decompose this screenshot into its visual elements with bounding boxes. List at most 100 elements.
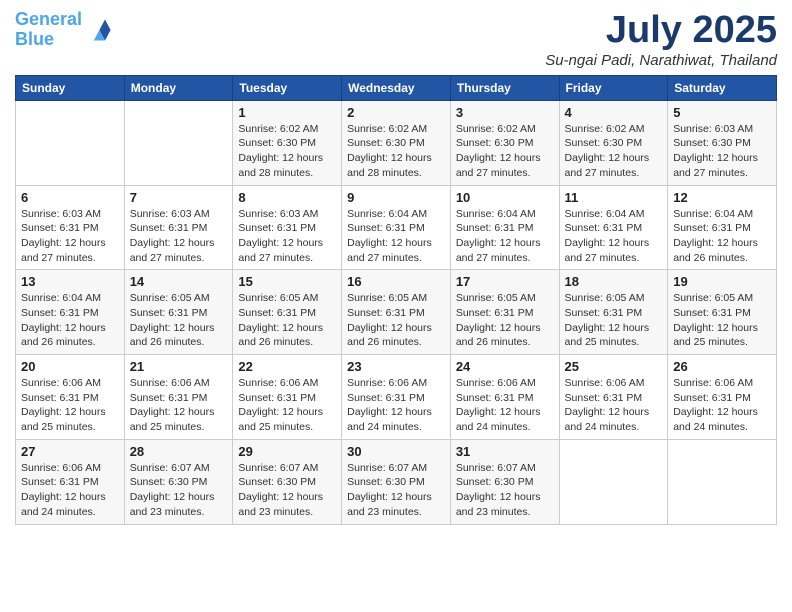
day-info: Sunrise: 6:06 AM Sunset: 6:31 PM Dayligh… xyxy=(130,376,228,435)
calendar-day-cell: 29 Sunrise: 6:07 AM Sunset: 6:30 PM Dayli… xyxy=(233,439,342,524)
calendar-day-cell: 28 Sunrise: 6:07 AM Sunset: 6:30 PM Dayli… xyxy=(124,439,233,524)
day-number: 25 xyxy=(565,359,663,374)
day-number: 26 xyxy=(673,359,771,374)
day-info: Sunrise: 6:04 AM Sunset: 6:31 PM Dayligh… xyxy=(21,291,119,350)
calendar-day-cell xyxy=(124,100,233,185)
day-info: Sunrise: 6:04 AM Sunset: 6:31 PM Dayligh… xyxy=(673,207,771,266)
weekday-header-cell: Tuesday xyxy=(233,75,342,100)
day-info: Sunrise: 6:06 AM Sunset: 6:31 PM Dayligh… xyxy=(456,376,554,435)
day-number: 14 xyxy=(130,274,228,289)
day-number: 28 xyxy=(130,444,228,459)
calendar-day-cell: 9Sunrise: 6:04 AM Sunset: 6:31 PM Daylig… xyxy=(342,185,451,270)
calendar-body: 1 Sunrise: 6:02 AM Sunset: 6:30 PM Daylig… xyxy=(16,100,777,524)
calendar-day-cell: 8Sunrise: 6:03 AM Sunset: 6:31 PM Daylig… xyxy=(233,185,342,270)
calendar-day-cell xyxy=(668,439,777,524)
logo-text: GeneralBlue xyxy=(15,10,82,50)
day-info: Sunrise: 6:05 AM Sunset: 6:31 PM Dayligh… xyxy=(673,291,771,350)
day-info: Sunrise: 6:07 AM Sunset: 6:30 PM Dayligh… xyxy=(456,461,554,520)
weekday-header-cell: Saturday xyxy=(668,75,777,100)
logo: GeneralBlue xyxy=(15,10,112,50)
day-info: Sunrise: 6:07 AM Sunset: 6:30 PM Dayligh… xyxy=(347,461,445,520)
calendar-week-row: 20 Sunrise: 6:06 AM Sunset: 6:31 PM Dayli… xyxy=(16,355,777,440)
calendar-day-cell: 24 Sunrise: 6:06 AM Sunset: 6:31 PM Dayli… xyxy=(450,355,559,440)
day-info: Sunrise: 6:05 AM Sunset: 6:31 PM Dayligh… xyxy=(456,291,554,350)
calendar-week-row: 13 Sunrise: 6:04 AM Sunset: 6:31 PM Dayli… xyxy=(16,270,777,355)
calendar-day-cell: 18 Sunrise: 6:05 AM Sunset: 6:31 PM Dayli… xyxy=(559,270,668,355)
day-info: Sunrise: 6:07 AM Sunset: 6:30 PM Dayligh… xyxy=(238,461,336,520)
calendar-day-cell: 4 Sunrise: 6:02 AM Sunset: 6:30 PM Daylig… xyxy=(559,100,668,185)
calendar-day-cell xyxy=(16,100,125,185)
calendar-day-cell: 6 Sunrise: 6:03 AM Sunset: 6:31 PM Daylig… xyxy=(16,185,125,270)
weekday-header-cell: Friday xyxy=(559,75,668,100)
day-info: Sunrise: 6:06 AM Sunset: 6:31 PM Dayligh… xyxy=(565,376,663,435)
calendar-subtitle: Su-ngai Padi, Narathiwat, Thailand xyxy=(545,52,777,69)
day-number: 22 xyxy=(238,359,336,374)
day-info: Sunrise: 6:04 AM Sunset: 6:31 PM Dayligh… xyxy=(565,207,663,266)
calendar-week-row: 27 Sunrise: 6:06 AM Sunset: 6:31 PM Dayli… xyxy=(16,439,777,524)
day-number: 7 xyxy=(130,190,228,205)
calendar-day-cell: 30 Sunrise: 6:07 AM Sunset: 6:30 PM Dayli… xyxy=(342,439,451,524)
calendar-day-cell: 7Sunrise: 6:03 AM Sunset: 6:31 PM Daylig… xyxy=(124,185,233,270)
day-info: Sunrise: 6:03 AM Sunset: 6:30 PM Dayligh… xyxy=(673,122,771,181)
calendar-day-cell: 22 Sunrise: 6:06 AM Sunset: 6:31 PM Dayli… xyxy=(233,355,342,440)
weekday-header-cell: Wednesday xyxy=(342,75,451,100)
calendar-day-cell: 14 Sunrise: 6:05 AM Sunset: 6:31 PM Dayli… xyxy=(124,270,233,355)
day-info: Sunrise: 6:05 AM Sunset: 6:31 PM Dayligh… xyxy=(238,291,336,350)
day-info: Sunrise: 6:07 AM Sunset: 6:30 PM Dayligh… xyxy=(130,461,228,520)
day-number: 27 xyxy=(21,444,119,459)
day-number: 3 xyxy=(456,105,554,120)
day-info: Sunrise: 6:03 AM Sunset: 6:31 PM Dayligh… xyxy=(21,207,119,266)
day-info: Sunrise: 6:06 AM Sunset: 6:31 PM Dayligh… xyxy=(21,461,119,520)
day-number: 4 xyxy=(565,105,663,120)
day-number: 31 xyxy=(456,444,554,459)
calendar-day-cell: 25 Sunrise: 6:06 AM Sunset: 6:31 PM Dayli… xyxy=(559,355,668,440)
calendar-day-cell: 2Sunrise: 6:02 AM Sunset: 6:30 PM Daylig… xyxy=(342,100,451,185)
day-number: 12 xyxy=(673,190,771,205)
calendar-day-cell: 1 Sunrise: 6:02 AM Sunset: 6:30 PM Daylig… xyxy=(233,100,342,185)
day-info: Sunrise: 6:06 AM Sunset: 6:31 PM Dayligh… xyxy=(21,376,119,435)
calendar-week-row: 1 Sunrise: 6:02 AM Sunset: 6:30 PM Daylig… xyxy=(16,100,777,185)
weekday-header-cell: Monday xyxy=(124,75,233,100)
day-number: 1 xyxy=(238,105,336,120)
day-number: 2 xyxy=(347,105,445,120)
day-number: 5 xyxy=(673,105,771,120)
day-info: Sunrise: 6:02 AM Sunset: 6:30 PM Dayligh… xyxy=(565,122,663,181)
calendar-day-cell: 31 Sunrise: 6:07 AM Sunset: 6:30 PM Dayli… xyxy=(450,439,559,524)
day-number: 29 xyxy=(238,444,336,459)
day-number: 23 xyxy=(347,359,445,374)
day-number: 30 xyxy=(347,444,445,459)
calendar-title: July 2025 xyxy=(545,10,777,52)
day-number: 21 xyxy=(130,359,228,374)
calendar-day-cell: 26 Sunrise: 6:06 AM Sunset: 6:31 PM Dayli… xyxy=(668,355,777,440)
weekday-header-row: SundayMondayTuesdayWednesdayThursdayFrid… xyxy=(16,75,777,100)
weekday-header-cell: Sunday xyxy=(16,75,125,100)
calendar-day-cell: 19Sunrise: 6:05 AM Sunset: 6:31 PM Dayli… xyxy=(668,270,777,355)
calendar-table: SundayMondayTuesdayWednesdayThursdayFrid… xyxy=(15,75,777,525)
calendar-day-cell: 12 Sunrise: 6:04 AM Sunset: 6:31 PM Dayli… xyxy=(668,185,777,270)
day-number: 24 xyxy=(456,359,554,374)
calendar-day-cell: 11 Sunrise: 6:04 AM Sunset: 6:31 PM Dayli… xyxy=(559,185,668,270)
day-number: 18 xyxy=(565,274,663,289)
day-info: Sunrise: 6:02 AM Sunset: 6:30 PM Dayligh… xyxy=(238,122,336,181)
day-number: 17 xyxy=(456,274,554,289)
calendar-day-cell: 10Sunrise: 6:04 AM Sunset: 6:31 PM Dayli… xyxy=(450,185,559,270)
day-number: 11 xyxy=(565,190,663,205)
day-info: Sunrise: 6:05 AM Sunset: 6:31 PM Dayligh… xyxy=(130,291,228,350)
day-info: Sunrise: 6:05 AM Sunset: 6:31 PM Dayligh… xyxy=(565,291,663,350)
day-number: 13 xyxy=(21,274,119,289)
calendar-day-cell: 23Sunrise: 6:06 AM Sunset: 6:31 PM Dayli… xyxy=(342,355,451,440)
day-number: 6 xyxy=(21,190,119,205)
day-info: Sunrise: 6:06 AM Sunset: 6:31 PM Dayligh… xyxy=(673,376,771,435)
day-number: 16 xyxy=(347,274,445,289)
day-info: Sunrise: 6:05 AM Sunset: 6:31 PM Dayligh… xyxy=(347,291,445,350)
title-area: July 2025 Su-ngai Padi, Narathiwat, Thai… xyxy=(545,10,777,69)
day-number: 20 xyxy=(21,359,119,374)
weekday-header-cell: Thursday xyxy=(450,75,559,100)
calendar-day-cell: 5 Sunrise: 6:03 AM Sunset: 6:30 PM Daylig… xyxy=(668,100,777,185)
calendar-day-cell: 21 Sunrise: 6:06 AM Sunset: 6:31 PM Dayli… xyxy=(124,355,233,440)
calendar-day-cell: 15Sunrise: 6:05 AM Sunset: 6:31 PM Dayli… xyxy=(233,270,342,355)
calendar-day-cell: 27 Sunrise: 6:06 AM Sunset: 6:31 PM Dayli… xyxy=(16,439,125,524)
day-number: 8 xyxy=(238,190,336,205)
logo-icon xyxy=(84,16,112,44)
day-info: Sunrise: 6:06 AM Sunset: 6:31 PM Dayligh… xyxy=(238,376,336,435)
